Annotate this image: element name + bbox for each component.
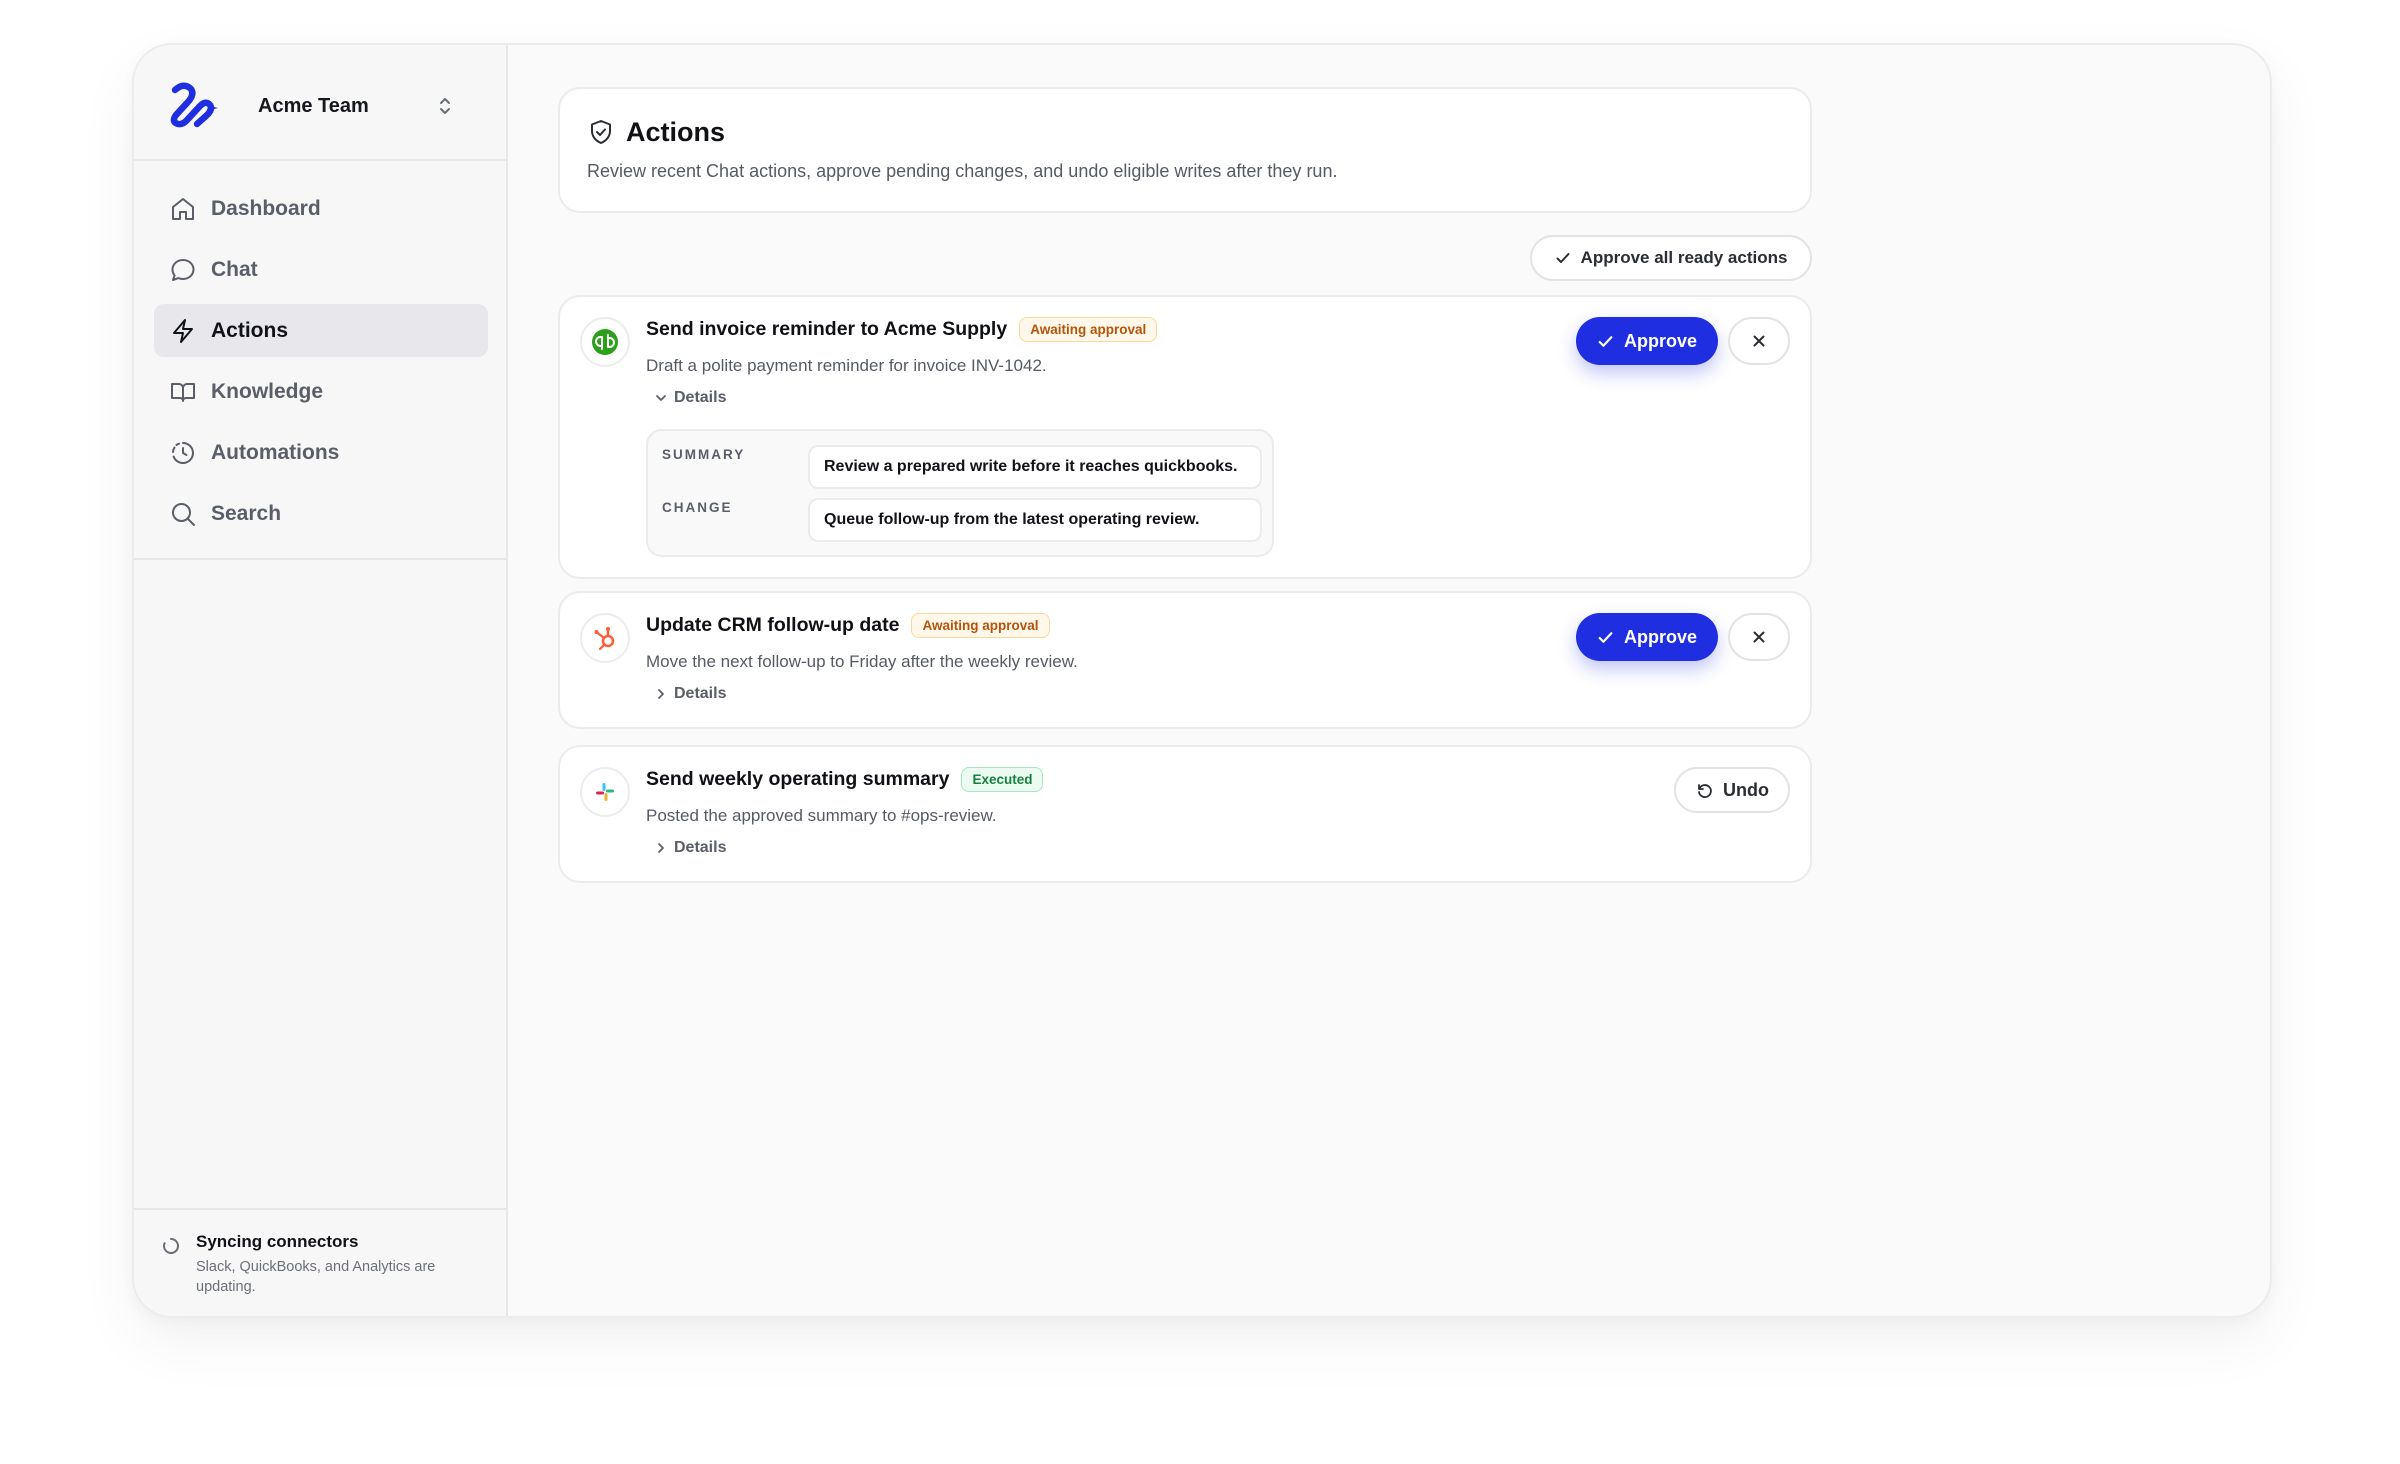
undo-button[interactable]: Undo <box>1674 767 1790 813</box>
approve-button[interactable]: Approve <box>1576 317 1718 365</box>
check-icon <box>1598 631 1613 643</box>
action-card: Send invoice reminder to Acme Supply Awa… <box>558 295 1812 579</box>
check-icon <box>1556 253 1570 263</box>
check-icon <box>1598 335 1613 347</box>
action-card: Send weekly operating summary Executed P… <box>558 745 1812 883</box>
details-label: Details <box>674 389 727 406</box>
change-label: CHANGE <box>662 500 733 515</box>
sync-title: Syncing connectors <box>196 1232 359 1251</box>
sidebar-item-label: Actions <box>211 318 289 342</box>
sidebar: Acme Team Dashboard Chat Actions Knowled… <box>134 45 508 1316</box>
sidebar-item-label: Dashboard <box>211 196 321 220</box>
reject-button[interactable] <box>1728 317 1790 365</box>
details-toggle[interactable]: Details <box>654 839 726 857</box>
chevron-up-down-icon <box>440 98 450 114</box>
summary-label: SUMMARY <box>662 447 746 462</box>
reject-button[interactable] <box>1728 613 1790 661</box>
status-badge: Awaiting approval <box>911 613 1050 638</box>
status-badge: Awaiting approval <box>1019 317 1158 342</box>
action-card: Update CRM follow-up date Awaiting appro… <box>558 591 1812 729</box>
search-icon <box>172 502 195 526</box>
slack-icon <box>580 767 630 817</box>
action-title: Send invoice reminder to Acme Supply <box>646 318 1008 340</box>
main-content: Actions Review recent Chat actions, appr… <box>508 45 2270 1316</box>
sidebar-item-label: Chat <box>211 257 258 281</box>
sidebar-item-dashboard[interactable]: Dashboard <box>154 182 488 235</box>
action-description: Draft a polite payment reminder for invo… <box>646 356 1047 375</box>
undo-icon <box>1698 784 1712 798</box>
status-badge: Executed <box>961 767 1044 792</box>
team-switcher[interactable]: Acme Team <box>134 45 506 161</box>
sidebar-item-chat[interactable]: Chat <box>154 243 488 296</box>
chevron-right-icon <box>658 843 664 853</box>
sidebar-item-automations[interactable]: Automations <box>154 426 488 479</box>
sidebar-item-search[interactable]: Search <box>154 487 488 540</box>
details-toggle[interactable]: Details <box>654 389 726 407</box>
approve-all-button[interactable]: Approve all ready actions <box>1530 235 1812 281</box>
spinner-icon <box>163 1238 179 1254</box>
sidebar-item-label: Knowledge <box>211 379 324 403</box>
close-icon <box>1753 335 1765 347</box>
sidebar-nav: Dashboard Chat Actions Knowledge Automat… <box>154 182 488 548</box>
action-title: Send weekly operating summary <box>646 768 950 790</box>
page-title: Actions <box>626 117 726 147</box>
app-window: Acme Team Dashboard Chat Actions Knowled… <box>132 43 2272 1318</box>
clock-history-icon <box>172 441 194 464</box>
close-icon <box>1753 631 1765 643</box>
sync-status: Syncing connectors Slack, QuickBooks, an… <box>134 1208 506 1316</box>
chat-bubble-icon <box>171 258 195 281</box>
page-header: Actions Review recent Chat actions, appr… <box>558 87 1812 213</box>
quickbooks-icon <box>580 317 630 367</box>
chevron-down-icon <box>656 395 666 401</box>
shield-check-icon <box>591 120 611 144</box>
hubspot-icon <box>580 613 630 663</box>
approve-all-label: Approve all ready actions <box>1580 248 1788 267</box>
sidebar-item-actions[interactable]: Actions <box>154 304 488 357</box>
approve-button[interactable]: Approve <box>1576 613 1718 661</box>
details-label: Details <box>674 685 727 702</box>
chevron-right-icon <box>658 689 664 699</box>
change-value: Queue follow-up from the latest operatin… <box>808 498 1262 542</box>
team-name: Acme Team <box>258 95 369 117</box>
approve-label: Approve <box>1623 330 1697 351</box>
details-label: Details <box>674 839 727 856</box>
details-panel: SUMMARY Review a prepared write before i… <box>646 429 1274 557</box>
sidebar-item-knowledge[interactable]: Knowledge <box>154 365 488 418</box>
sync-description: Slack, QuickBooks, and Analytics are upd… <box>196 1259 436 1295</box>
lightning-icon <box>173 318 193 343</box>
app-logo-icon <box>170 82 218 128</box>
details-toggle[interactable]: Details <box>654 685 726 703</box>
undo-label: Undo <box>1723 779 1769 800</box>
home-icon <box>172 197 194 220</box>
action-description: Move the next follow-up to Friday after … <box>646 652 1078 671</box>
approve-label: Approve <box>1623 626 1697 647</box>
action-description: Posted the approved summary to #ops-revi… <box>646 806 997 825</box>
sidebar-item-label: Automations <box>211 440 340 464</box>
page-description: Review recent Chat actions, approve pend… <box>587 161 1338 181</box>
summary-value: Review a prepared write before it reache… <box>808 445 1262 489</box>
sidebar-divider <box>134 558 506 560</box>
action-title: Update CRM follow-up date <box>646 614 900 636</box>
book-icon <box>171 382 195 402</box>
sidebar-item-label: Search <box>211 501 282 525</box>
